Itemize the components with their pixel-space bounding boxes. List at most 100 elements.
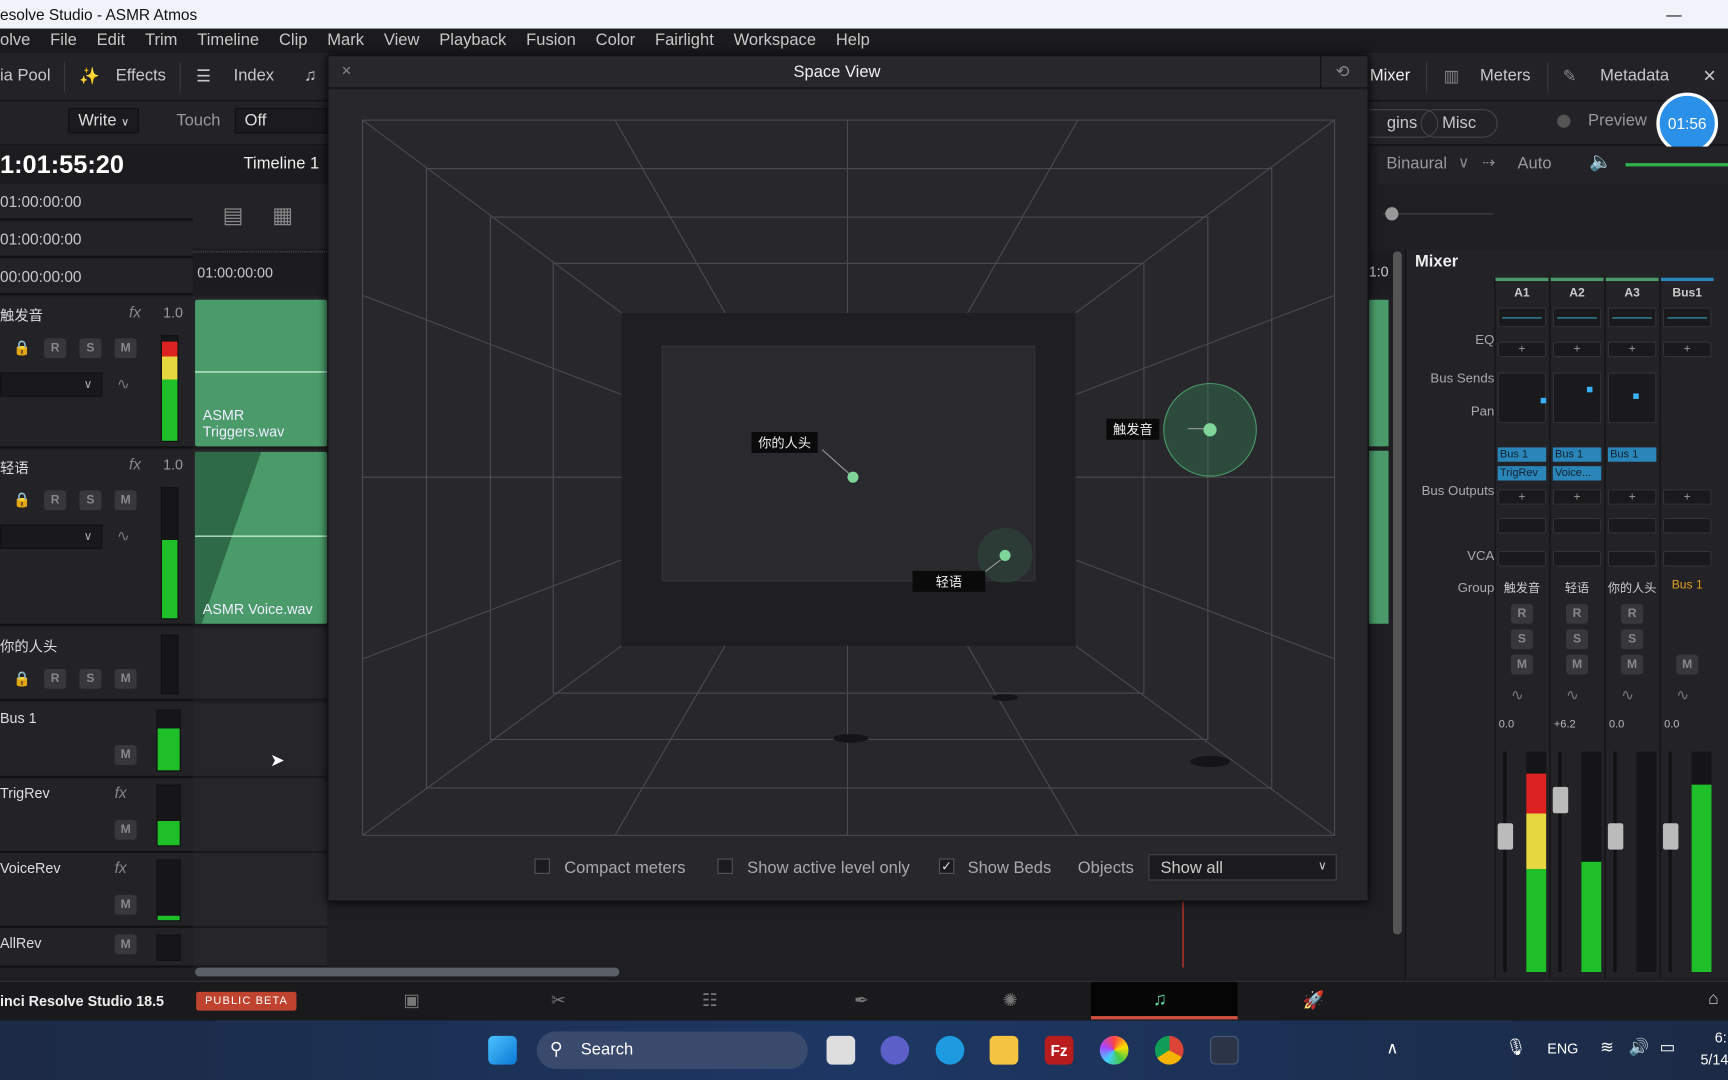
group-assign[interactable] bbox=[1497, 551, 1547, 567]
menu-item[interactable]: View bbox=[384, 31, 420, 50]
recording-timer-badge[interactable]: 01:56 bbox=[1656, 92, 1719, 155]
bus-output-0[interactable]: Bus 1 bbox=[1607, 447, 1657, 462]
track-r-button[interactable]: R bbox=[44, 490, 67, 511]
touch-dropdown[interactable]: Off bbox=[234, 107, 328, 134]
teams-icon[interactable] bbox=[880, 1035, 910, 1065]
fairlight-page-tab[interactable]: ♫ bbox=[1091, 981, 1238, 1020]
davinci-resolve-icon[interactable] bbox=[1210, 1035, 1239, 1065]
channel-s-button[interactable]: S bbox=[1565, 629, 1589, 650]
menu-item[interactable]: olve bbox=[0, 31, 30, 50]
channel-r-button[interactable]: R bbox=[1565, 603, 1589, 624]
active-level-checkbox[interactable] bbox=[717, 858, 733, 874]
edit-page-icon[interactable]: ☷ bbox=[702, 990, 718, 1012]
automation-curve-icon[interactable]: ∿ bbox=[1566, 685, 1579, 704]
track-m-button[interactable]: M bbox=[114, 819, 137, 840]
cut-page-icon[interactable]: ✂ bbox=[551, 990, 566, 1012]
menu-item[interactable]: Clip bbox=[279, 31, 307, 50]
track-view-icon[interactable]: ▤ bbox=[223, 202, 244, 230]
reset-icon[interactable]: ⟲ bbox=[1336, 62, 1350, 82]
fade-in-handle[interactable] bbox=[195, 451, 262, 624]
group-assign[interactable] bbox=[1662, 551, 1712, 567]
channel-m-button[interactable]: M bbox=[1510, 654, 1533, 675]
channel-m-button[interactable]: M bbox=[1565, 654, 1589, 675]
volume-slider[interactable] bbox=[1625, 163, 1728, 167]
track-s-button[interactable]: S bbox=[79, 668, 102, 689]
track-s-button[interactable]: S bbox=[79, 338, 102, 359]
metadata-tab[interactable]: Metadata bbox=[1600, 66, 1669, 85]
volume-icon[interactable]: 🔊 bbox=[1629, 1037, 1650, 1057]
menu-item[interactable]: Trim bbox=[145, 31, 177, 50]
horizontal-scrollbar[interactable] bbox=[195, 967, 620, 977]
vca-assign[interactable] bbox=[1497, 517, 1547, 534]
channel-s-button[interactable]: S bbox=[1621, 629, 1644, 650]
playhead[interactable] bbox=[1182, 901, 1184, 968]
bus-output-1[interactable]: TrigRev bbox=[1497, 466, 1547, 481]
start-icon[interactable] bbox=[488, 1035, 517, 1065]
bus-send-add-button[interactable]: + bbox=[1607, 341, 1657, 358]
channel-s-button[interactable]: S bbox=[1510, 629, 1533, 650]
menu-item[interactable]: Workspace bbox=[734, 31, 816, 50]
lock-icon[interactable]: 🔒 bbox=[13, 339, 31, 357]
pan-control[interactable] bbox=[1607, 372, 1657, 424]
zoom-slider[interactable] bbox=[1383, 207, 1494, 221]
automation-curve-icon[interactable]: ∿ bbox=[117, 527, 130, 546]
search-box[interactable]: ⚲ Search bbox=[536, 1031, 808, 1069]
eq-thumbnail[interactable] bbox=[1552, 307, 1602, 328]
fader-handle[interactable] bbox=[1552, 786, 1569, 814]
menu-item[interactable]: File bbox=[50, 31, 77, 50]
object-label[interactable]: 轻语 bbox=[912, 570, 986, 592]
bus-output-1[interactable]: Voice... bbox=[1552, 466, 1602, 481]
chrome-icon[interactable] bbox=[1154, 1035, 1184, 1065]
eq-thumbnail[interactable] bbox=[1662, 307, 1712, 328]
object-label[interactable]: 你的人头 bbox=[751, 431, 818, 453]
wifi-icon[interactable]: ≋ bbox=[1600, 1037, 1614, 1057]
automation-curve-icon[interactable]: ∿ bbox=[1621, 685, 1634, 704]
bus-send-add-button[interactable]: + bbox=[1662, 341, 1712, 358]
track-input-dropdown[interactable]: ∨ bbox=[0, 524, 103, 549]
vca-assign[interactable] bbox=[1552, 517, 1602, 534]
track-m-button[interactable]: M bbox=[114, 338, 137, 359]
channel-r-button[interactable]: R bbox=[1621, 603, 1644, 624]
fader-handle[interactable] bbox=[1662, 823, 1679, 850]
menu-item[interactable]: Fairlight bbox=[655, 31, 714, 50]
automation-curve-icon[interactable]: ∿ bbox=[1511, 685, 1524, 704]
room-3d-view[interactable] bbox=[361, 119, 1336, 836]
bus-send-add-button[interactable]: + bbox=[1497, 341, 1547, 358]
fx-button[interactable]: fx bbox=[129, 303, 141, 321]
menu-item[interactable]: Color bbox=[596, 31, 636, 50]
bus-output-add-button[interactable]: + bbox=[1607, 489, 1657, 505]
objects-dropdown[interactable]: Show all ∨ bbox=[1148, 854, 1337, 881]
channel-r-button[interactable]: R bbox=[1510, 603, 1533, 624]
channel-m-button[interactable]: M bbox=[1676, 654, 1699, 675]
menu-item[interactable]: Timeline bbox=[197, 31, 259, 50]
language-indicator[interactable]: ENG bbox=[1547, 1040, 1578, 1057]
menu-item[interactable]: Help bbox=[836, 31, 870, 50]
compact-meters-checkbox[interactable] bbox=[534, 858, 550, 874]
menu-item[interactable]: Mark bbox=[327, 31, 364, 50]
sound-library-icon[interactable]: ♫ bbox=[304, 66, 316, 85]
channel-m-button[interactable]: M bbox=[1621, 654, 1644, 675]
track-m-button[interactable]: M bbox=[114, 490, 137, 511]
lock-icon[interactable]: 🔒 bbox=[13, 670, 31, 688]
track-r-button[interactable]: R bbox=[44, 668, 67, 689]
pan-control[interactable] bbox=[1552, 372, 1602, 424]
track-m-button[interactable]: M bbox=[114, 744, 137, 765]
group-assign[interactable] bbox=[1552, 551, 1602, 567]
grid-view-icon[interactable]: ▦ bbox=[272, 202, 293, 230]
timeline-ruler[interactable]: 01:00:00:00 bbox=[192, 251, 328, 296]
inspector-icon[interactable]: ✕ bbox=[1703, 66, 1717, 86]
deliver-page-icon[interactable]: 🚀 bbox=[1303, 990, 1325, 1012]
bus-send-add-button[interactable]: + bbox=[1552, 341, 1602, 358]
object-label[interactable]: 触发音 bbox=[1106, 418, 1160, 440]
show-hidden-icons[interactable]: ∧ bbox=[1386, 1038, 1398, 1058]
bus-output-add-button[interactable]: + bbox=[1497, 489, 1547, 505]
fx-button[interactable]: fx bbox=[129, 455, 141, 473]
microphone-icon[interactable]: 🎙 bbox=[1505, 1037, 1526, 1057]
vca-assign[interactable] bbox=[1607, 517, 1657, 534]
track-r-button[interactable]: R bbox=[44, 338, 67, 359]
track-m-button[interactable]: M bbox=[114, 894, 137, 915]
lock-icon[interactable]: 🔒 bbox=[13, 492, 31, 510]
clock-time[interactable]: 6: bbox=[1715, 1029, 1727, 1046]
pan-control[interactable] bbox=[1497, 372, 1547, 424]
group-assign[interactable] bbox=[1607, 551, 1657, 567]
